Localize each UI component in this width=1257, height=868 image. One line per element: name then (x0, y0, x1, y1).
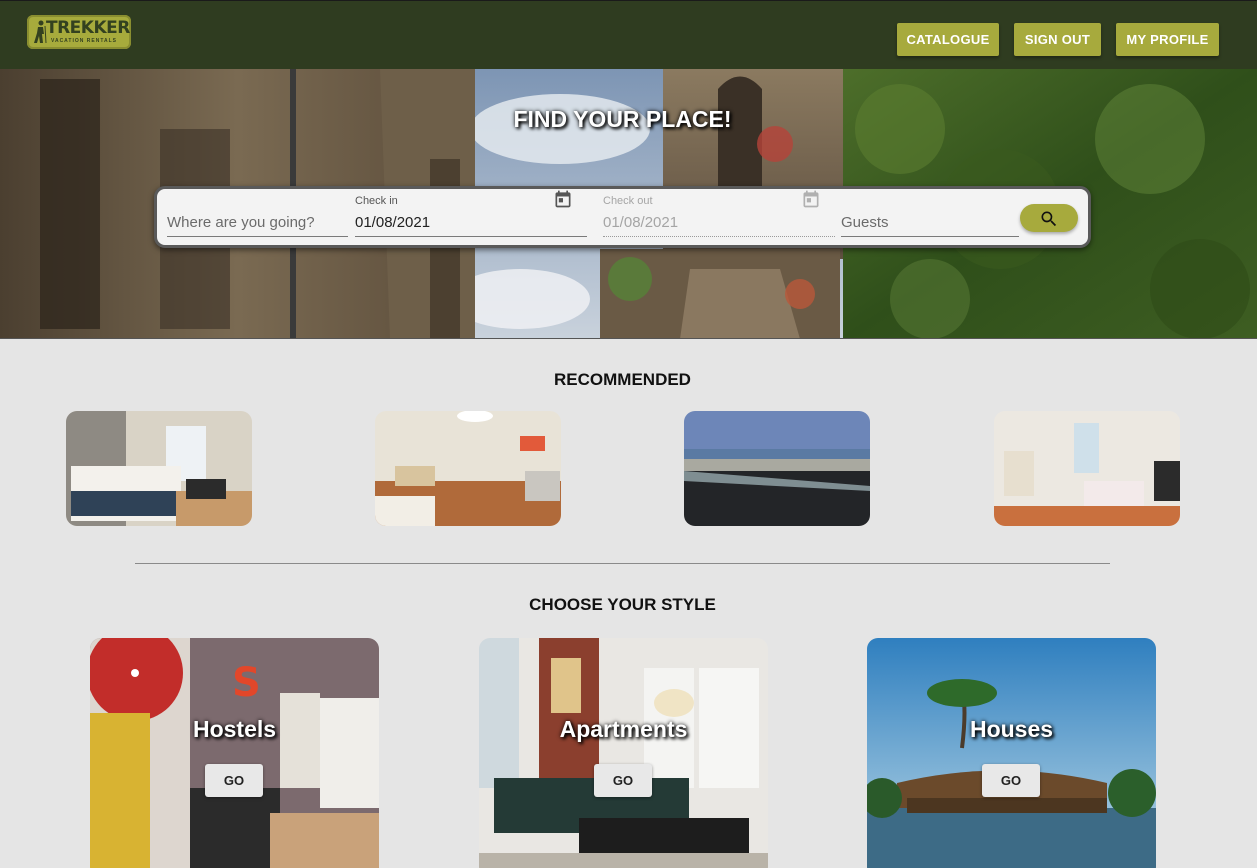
top-navigation-bar: TREKKER VACATION RENTALS CATALOGUE SIGN … (0, 0, 1257, 69)
check-in-value: 01/08/2021 (355, 214, 431, 231)
go-apartments-button[interactable]: GO (594, 764, 652, 797)
svg-text:S: S (232, 660, 261, 706)
hostels-photo: S (90, 638, 379, 868)
hiker-icon (34, 20, 47, 44)
my-profile-button[interactable]: MY PROFILE (1116, 23, 1219, 56)
choose-style-title: CHOOSE YOUR STYLE (529, 595, 716, 614)
trekker-logo[interactable]: TREKKER VACATION RENTALS (27, 15, 131, 49)
calendar-icon[interactable] (553, 189, 573, 209)
destination-placeholder: Where are you going? (167, 214, 315, 231)
guests-placeholder: Guests (841, 214, 889, 231)
houses-photo (867, 638, 1156, 868)
recommended-card[interactable] (994, 411, 1180, 526)
style-name: Hostels (192, 716, 277, 742)
listing-photo-bedroom (66, 411, 252, 526)
apartments-photo (479, 638, 768, 868)
search-icon (1041, 211, 1057, 227)
hero-title: FIND YOUR PLACE! (513, 106, 732, 132)
sign-out-button[interactable]: SIGN OUT (1014, 23, 1101, 56)
listing-photo-living-room (375, 411, 561, 526)
section-divider (135, 563, 1110, 564)
check-out-underline (603, 236, 835, 237)
listing-photo-sea-view (684, 411, 870, 526)
go-hostels-button[interactable]: GO (205, 764, 263, 797)
style-name: Apartments (559, 716, 688, 742)
listing-photo-bright-bedroom (994, 411, 1180, 526)
recommended-title: RECOMMENDED (554, 370, 691, 389)
recommended-card[interactable] (684, 411, 870, 526)
check-out-value: 01/08/2021 (603, 214, 679, 231)
style-card-hostels[interactable]: S Hostels GO (90, 638, 379, 868)
check-in-underline (355, 236, 587, 237)
go-houses-button[interactable]: GO (982, 764, 1040, 797)
search-button[interactable] (1020, 204, 1078, 232)
logo-text: TREKKER (46, 18, 130, 38)
logo-subtitle: VACATION RENTALS (51, 38, 117, 44)
check-out-label: Check out (603, 195, 653, 207)
recommended-card[interactable] (66, 411, 252, 526)
style-card-houses[interactable]: Houses GO (867, 638, 1156, 868)
search-bar: Where are you going? Check in 01/08/2021… (154, 186, 1091, 248)
check-in-label: Check in (355, 195, 398, 207)
style-name: Houses (969, 716, 1054, 742)
recommended-card[interactable] (375, 411, 561, 526)
calendar-icon[interactable] (801, 189, 821, 209)
hero-banner: FIND YOUR PLACE! Where are you going? Ch… (0, 69, 1257, 339)
catalogue-button[interactable]: CATALOGUE (897, 23, 999, 56)
destination-underline (167, 236, 348, 237)
guests-underline (841, 236, 1019, 237)
style-card-apartments[interactable]: Apartments GO (479, 638, 768, 868)
